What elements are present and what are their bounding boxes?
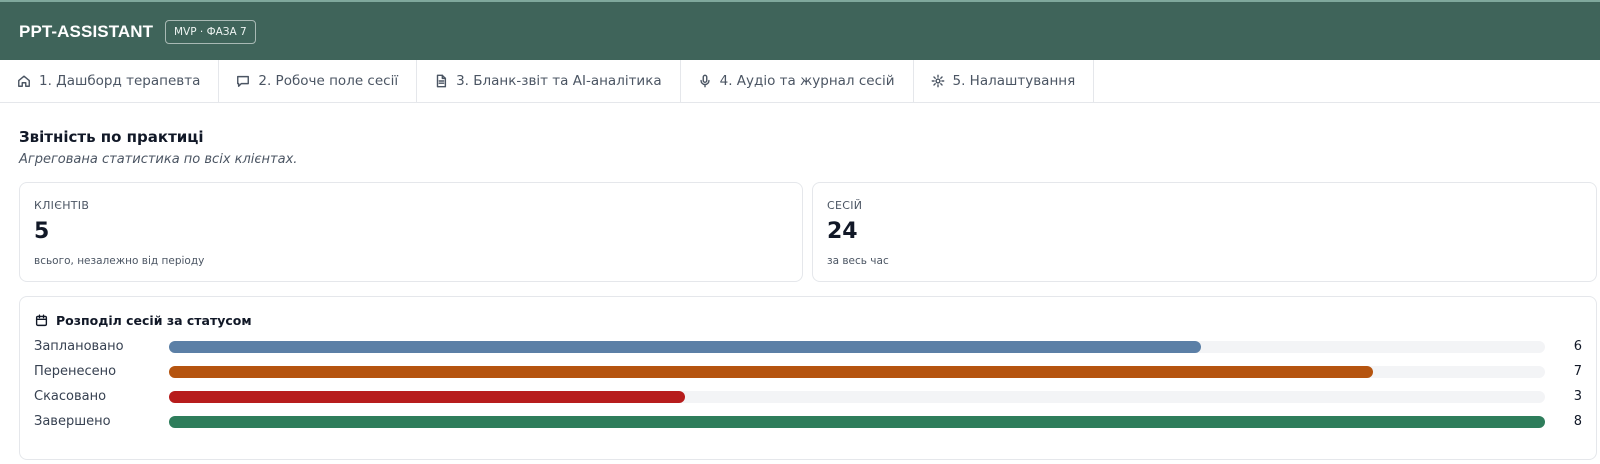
status-distribution-panel: Розподіл сесій за статусом Заплановано 6…	[19, 296, 1597, 460]
page-title: Звітність по практиці	[19, 128, 204, 146]
status-row: Заплановано 6	[20, 337, 1598, 357]
top-bar: PPT-ASSISTANT MVP · ФАЗА 7	[0, 0, 1600, 60]
status-count: 6	[1573, 339, 1582, 354]
tab-session-workspace[interactable]: 2. Робоче поле сесії	[219, 60, 418, 102]
status-label: Скасовано	[34, 389, 107, 404]
status-bar-fill	[169, 341, 1201, 353]
tab-report-analytics[interactable]: 3. Бланк-звіт та AI-аналітика	[417, 60, 681, 102]
status-label: Перенесено	[34, 364, 117, 379]
tab-label: 1. Дашборд терапевта	[39, 73, 201, 89]
stat-label: СЕСІЙ	[827, 199, 863, 212]
stat-label: КЛІЄНТІВ	[34, 199, 90, 212]
distribution-title: Розподіл сесій за статусом	[56, 313, 252, 328]
calendar-icon	[35, 314, 48, 327]
status-bar-fill	[169, 391, 685, 403]
status-bar-track	[169, 416, 1545, 428]
phase-badge: MVP · ФАЗА 7	[165, 20, 256, 44]
status-count: 7	[1573, 364, 1582, 379]
app-title: PPT-ASSISTANT	[19, 22, 154, 41]
tab-label: 5. Налаштування	[952, 73, 1076, 89]
nav-tabs: 1. Дашборд терапевта 2. Робоче поле сесі…	[0, 60, 1600, 103]
status-bar-fill	[169, 416, 1545, 428]
stat-hint: за весь час	[827, 255, 889, 267]
status-bar-track	[169, 366, 1545, 378]
stat-card-clients: КЛІЄНТІВ 5 всього, незалежно від періоду	[19, 182, 803, 282]
tab-label: 2. Робоче поле сесії	[258, 73, 399, 89]
chat-icon	[237, 75, 250, 87]
status-bar-fill	[169, 366, 1373, 378]
status-row: Перенесено 7	[20, 362, 1598, 382]
microphone-icon	[700, 74, 710, 88]
status-row: Завершено 8	[20, 412, 1598, 432]
status-row: Скасовано 3	[20, 387, 1598, 407]
status-bar-track	[169, 391, 1545, 403]
tab-dashboard[interactable]: 1. Дашборд терапевта	[0, 60, 220, 102]
stat-value: 24	[827, 219, 858, 244]
gear-icon	[931, 74, 944, 88]
document-icon	[436, 74, 447, 88]
tab-audio-journal[interactable]: 4. Аудіо та журнал сесій	[681, 60, 914, 102]
tab-label: 4. Аудіо та журнал сесій	[719, 73, 895, 89]
tab-label: 3. Бланк-звіт та AI-аналітика	[456, 73, 662, 89]
stat-value: 5	[34, 219, 50, 244]
status-label: Завершено	[34, 414, 111, 429]
page-subtitle: Агрегована статистика по всіх клієнтах.	[19, 152, 298, 167]
status-bar-track	[169, 341, 1545, 353]
tab-settings[interactable]: 5. Налаштування	[914, 60, 1095, 102]
distribution-header: Розподіл сесій за статусом	[35, 313, 252, 328]
home-icon	[18, 75, 30, 87]
stat-card-sessions: СЕСІЙ 24 за весь час	[812, 182, 1597, 282]
status-count: 3	[1573, 389, 1582, 404]
status-label: Заплановано	[34, 339, 124, 354]
status-count: 8	[1573, 414, 1582, 429]
stat-hint: всього, незалежно від періоду	[34, 255, 205, 267]
